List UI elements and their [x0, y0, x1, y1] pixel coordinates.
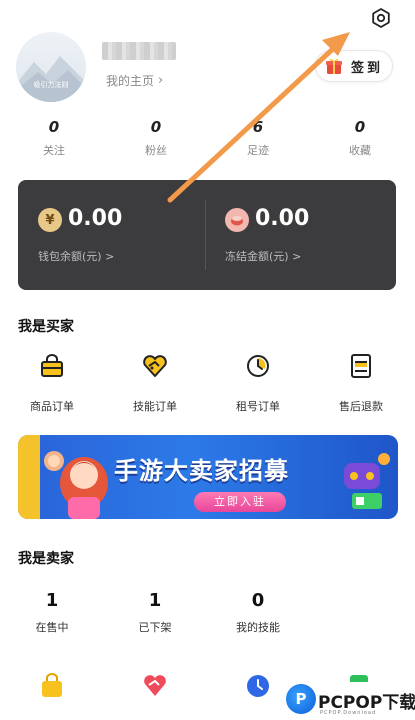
balance-label: 钱包余额(元) > — [38, 250, 115, 263]
stat-footprint[interactable]: 6 足迹 — [218, 118, 298, 158]
pcpop-watermark: P PCPOP下载 PCPOP.Download — [286, 682, 415, 720]
skill-orders-label: 技能订单 — [133, 400, 177, 413]
profile-stats: 0 关注 0 粉丝 6 足迹 0 收藏 — [0, 118, 415, 168]
avatar[interactable]: 吸引力法则 — [16, 32, 86, 102]
stat-value: 0 — [354, 118, 366, 136]
homepage-link-label: 我的主页 — [106, 74, 155, 88]
on-sale-stat[interactable]: 1 在售中 — [2, 590, 102, 635]
promo-banner[interactable]: 手游大卖家招募 立即入驻 — [18, 435, 398, 519]
stat-value: 0 — [48, 118, 60, 136]
stat-label: 收藏 — [349, 144, 371, 157]
stat-value: 0 — [150, 118, 162, 136]
heart-tag-icon — [143, 355, 167, 377]
skill-orders-button[interactable]: 技能订单 — [105, 352, 205, 414]
banner-character-icon — [44, 451, 108, 519]
heart-skill-icon[interactable] — [142, 672, 168, 698]
after-sales-refund-button[interactable]: 售后退款 — [311, 352, 411, 414]
banner-gamepad-icon — [344, 453, 390, 509]
banner-title: 手游大卖家招募 — [114, 457, 289, 485]
checkin-label: 签到 — [350, 60, 383, 76]
wallet-card: ¥ 0.00 钱包余额(元) > 0.00 冻结金额(元) > — [18, 180, 396, 290]
clock-icon — [247, 355, 269, 377]
after-sales-refund-label: 售后退款 — [339, 400, 383, 413]
frozen-icon — [225, 208, 249, 232]
username-blurred — [102, 42, 176, 60]
my-skills-stat[interactable]: 0 我的技能 — [208, 590, 308, 635]
blue-clock-icon[interactable] — [245, 672, 271, 698]
gear-icon — [372, 8, 390, 28]
pcpop-logo-icon: P — [286, 684, 316, 714]
checkin-button[interactable]: 签到 — [315, 50, 393, 82]
my-skills-label: 我的技能 — [236, 621, 280, 634]
delisted-stat[interactable]: 1 已下架 — [105, 590, 205, 635]
my-skills-value: 0 — [251, 590, 265, 611]
yuan-coin-icon: ¥ — [38, 208, 62, 232]
stat-value: 6 — [252, 118, 264, 136]
product-orders-button[interactable]: 商品订单 — [2, 352, 102, 414]
gift-icon — [325, 58, 342, 74]
seller-section-title: 我是卖家 — [18, 551, 74, 567]
document-icon — [351, 354, 371, 378]
rental-orders-label: 租号订单 — [236, 400, 280, 413]
stat-label: 关注 — [43, 144, 65, 157]
stat-label: 粉丝 — [145, 144, 167, 157]
on-sale-value: 1 — [45, 590, 59, 611]
banner-cta-button[interactable]: 立即入驻 — [194, 492, 286, 512]
homepage-link[interactable]: 我的主页 › — [106, 72, 163, 89]
banner-accent — [18, 435, 40, 519]
shop-bag-icon[interactable] — [39, 672, 65, 698]
avatar-caption: 吸引力法则 — [33, 81, 69, 89]
avatar-image-icon — [16, 56, 86, 102]
stat-label: 足迹 — [247, 144, 269, 157]
settings-button[interactable] — [368, 5, 394, 31]
stat-fans[interactable]: 0 粉丝 — [116, 118, 196, 158]
balance-amount: 0.00 — [68, 206, 123, 231]
bag-icon — [41, 354, 63, 377]
frozen-label: 冻结金额(元) > — [225, 250, 302, 263]
stat-favorites[interactable]: 0 收藏 — [320, 118, 400, 158]
buyer-section-title: 我是买家 — [18, 319, 74, 335]
stat-following[interactable]: 0 关注 — [14, 118, 94, 158]
chevron-right-icon: › — [158, 73, 164, 88]
delisted-label: 已下架 — [138, 621, 172, 634]
wallet-divider — [205, 200, 206, 270]
delisted-value: 1 — [148, 590, 162, 611]
product-orders-label: 商品订单 — [30, 400, 74, 413]
rental-orders-button[interactable]: 租号订单 — [208, 352, 308, 414]
frozen-amount: 0.00 — [255, 206, 310, 231]
watermark-subtext: PCPOP.Download — [320, 710, 377, 716]
on-sale-label: 在售中 — [35, 621, 69, 634]
seller-stats: 1 在售中 1 已下架 0 我的技能 — [0, 590, 415, 650]
